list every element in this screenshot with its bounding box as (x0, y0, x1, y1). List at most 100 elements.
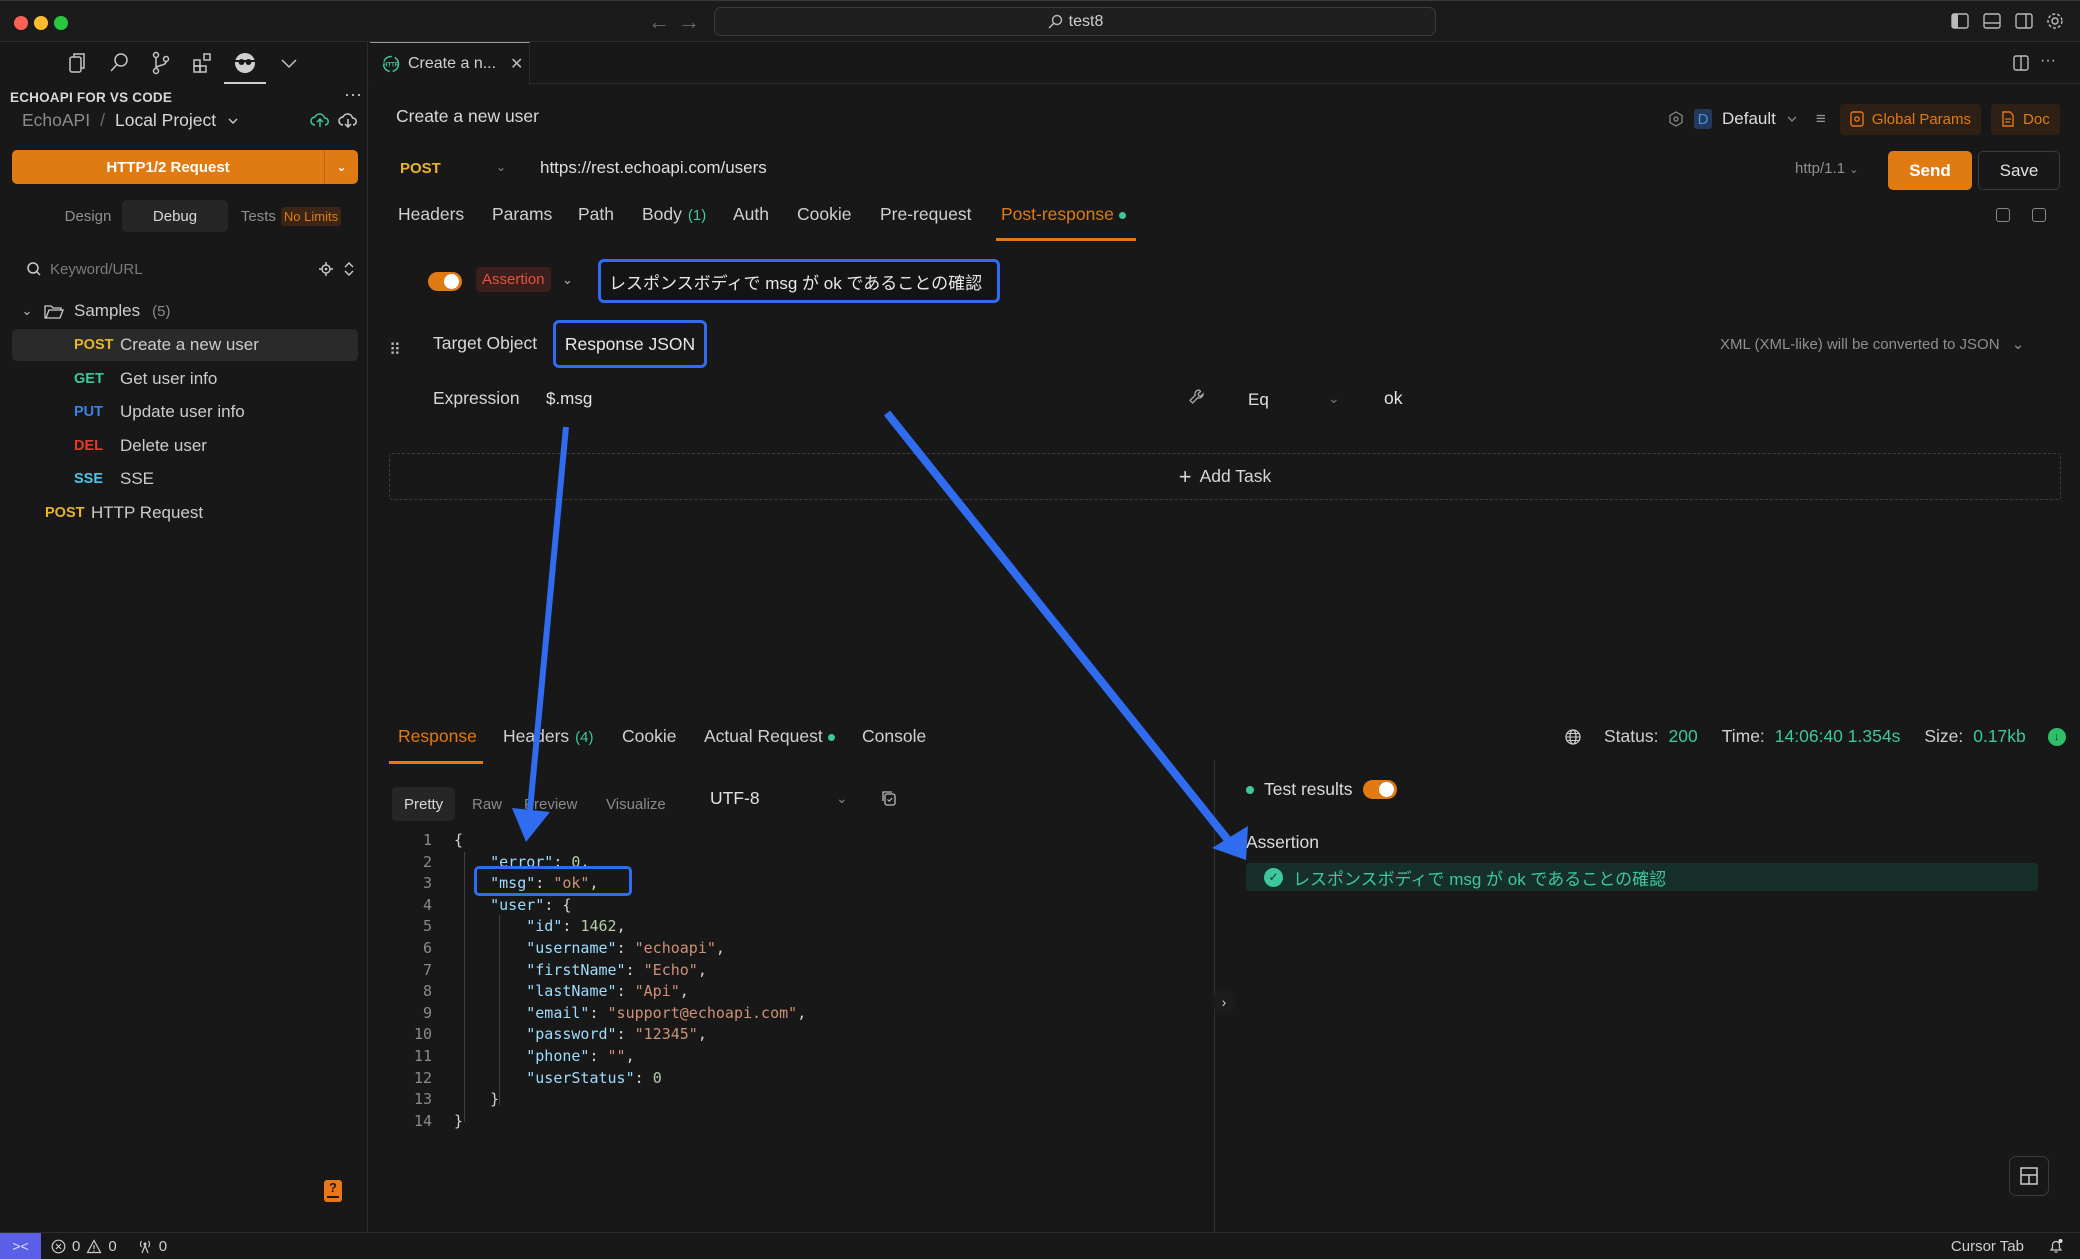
view-tab-preview[interactable]: Preview (512, 787, 589, 821)
tree-item[interactable]: GET Get user info (12, 363, 358, 395)
response-tab-cookie[interactable]: Cookie (622, 726, 676, 747)
response-tab-console[interactable]: Console (862, 726, 926, 747)
mode-tab-debug[interactable]: Debug (122, 200, 228, 232)
locate-icon[interactable] (318, 261, 334, 277)
tree-item[interactable]: DEL Delete user (12, 430, 358, 462)
assertion-name-input[interactable]: レスポンスボディで msg が ok であることの確認 (598, 259, 1000, 303)
expected-value-input[interactable]: ok (1384, 388, 1402, 409)
menu-lines-icon[interactable]: ≡ (1816, 109, 1826, 129)
response-tab-actual-request[interactable]: Actual Request (704, 726, 835, 747)
tree-item-http-request[interactable]: POST HTTP Request (12, 497, 358, 529)
expression-input[interactable]: $.msg (546, 389, 592, 409)
view-tab-visualize[interactable]: Visualize (594, 787, 678, 821)
request-tab-post-response[interactable]: Post-response (1001, 204, 1126, 225)
save-button[interactable]: Save (1978, 151, 2060, 190)
help-doc-icon[interactable]: ? (324, 1180, 342, 1202)
toggle-primary-sidebar-icon[interactable] (1950, 11, 1970, 31)
new-http-request-label[interactable]: HTTP1/2 Request (12, 150, 324, 184)
sidebar-search[interactable]: Keyword/URL (26, 258, 356, 280)
assertion-result-row[interactable]: ✓ レスポンスボディで msg が ok であることの確認 (1246, 863, 2038, 891)
chevron-down-icon[interactable] (276, 50, 302, 76)
cursor-tab-status[interactable]: Cursor Tab (1951, 1238, 2024, 1255)
response-tab-headers[interactable]: Headers (4) (503, 726, 594, 747)
tree-item[interactable]: PUT Update user info (12, 396, 358, 428)
request-tab-pre-request[interactable]: Pre-request (880, 204, 971, 225)
more-actions-icon[interactable]: ··· (2040, 52, 2056, 70)
request-tab-auth[interactable]: Auth (733, 204, 769, 225)
source-control-icon[interactable] (148, 50, 174, 76)
wrench-icon[interactable] (1188, 388, 1206, 406)
environment-settings-icon[interactable] (1668, 111, 1684, 127)
response-tab-response[interactable]: Response (398, 726, 477, 747)
search-icon[interactable] (106, 50, 132, 76)
global-params-button[interactable]: Global Params (1839, 103, 1982, 135)
problems-indicator[interactable]: 0 0 (51, 1238, 117, 1255)
echoapi-icon[interactable] (232, 50, 258, 76)
view-tab-pretty[interactable]: Pretty (392, 787, 456, 821)
chevron-down-icon[interactable]: ⌄ (836, 790, 848, 807)
toggle-panel-icon[interactable] (1982, 11, 2002, 31)
request-tab-cookie[interactable]: Cookie (797, 204, 851, 225)
split-editor-icon[interactable] (2012, 54, 2030, 72)
cloud-upload-icon[interactable] (310, 110, 330, 130)
mode-tab-tests[interactable]: Tests No Limits (236, 200, 346, 232)
add-task-button[interactable]: + Add Task (389, 453, 2061, 500)
maximize-window-button[interactable] (54, 16, 68, 30)
request-tab-path[interactable]: Path (578, 204, 614, 225)
request-tab-headers[interactable]: Headers (398, 204, 464, 225)
tree-item[interactable]: SSE SSE (12, 463, 358, 495)
settings-gear-icon[interactable] (2045, 11, 2065, 31)
explorer-icon[interactable] (64, 50, 90, 76)
extensions-icon[interactable] (190, 50, 216, 76)
assertion-type-select[interactable]: Assertion (476, 267, 551, 292)
forward-arrow-icon[interactable]: → (678, 9, 700, 35)
test-results-toggle[interactable] (1362, 780, 1397, 799)
chevron-right-icon[interactable]: › (1212, 990, 1236, 1014)
more-actions-icon[interactable]: ··· (344, 84, 362, 105)
chevron-down-icon[interactable]: ⌄ (562, 272, 573, 288)
layout-toggle-button[interactable] (2009, 1156, 2049, 1196)
url-input[interactable]: https://rest.echoapi.com/users (540, 158, 767, 178)
request-title[interactable]: Create a new user (396, 106, 539, 127)
drag-handle-icon[interactable]: ⠿ (389, 340, 401, 360)
http-version-select[interactable]: http/1.1 ⌄ (1795, 160, 1858, 177)
operator-select[interactable]: Eq (1248, 390, 1269, 410)
environment-select[interactable]: Default (1722, 109, 1776, 129)
close-tab-icon[interactable]: ✕ (510, 54, 523, 74)
assertion-enabled-toggle[interactable] (428, 272, 462, 291)
minimize-window-button[interactable] (34, 16, 48, 30)
remote-indicator-icon[interactable]: >< (0, 1232, 41, 1259)
xml-conversion-note[interactable]: XML (XML-like) will be converted to JSON… (1720, 335, 2024, 353)
folder-samples[interactable]: ⌄ Samples (5) (12, 295, 358, 327)
chevron-down-icon[interactable]: ⌄ (1328, 390, 1340, 407)
breadcrumb-root[interactable]: EchoAPI (22, 110, 90, 131)
globe-icon[interactable] (1564, 728, 1582, 746)
chevron-down-icon[interactable] (226, 114, 240, 128)
back-arrow-icon[interactable]: ← (648, 9, 670, 35)
doc-button[interactable]: Doc (1991, 103, 2060, 135)
request-tab-body[interactable]: Body (1) (642, 204, 706, 225)
chevron-down-icon[interactable]: ⌄ (496, 160, 506, 174)
chevron-down-icon[interactable] (1786, 113, 1798, 125)
copy-icon[interactable] (880, 789, 898, 807)
request-tab-params[interactable]: Params (492, 204, 552, 225)
chevron-down-icon[interactable]: ⌄ (12, 303, 42, 319)
editor-tab-create-user[interactable]: HTTP Create a n... ✕ (370, 42, 530, 85)
cloud-download-icon[interactable] (338, 110, 358, 130)
notifications-bell-icon[interactable] (2048, 1238, 2064, 1254)
method-select[interactable]: POST (400, 160, 441, 177)
sidebar-search-input[interactable]: Keyword/URL (50, 261, 310, 278)
tree-item[interactable]: POST Create a new user (12, 329, 358, 361)
breadcrumb-project[interactable]: Local Project (115, 110, 216, 131)
encoding-select[interactable]: UTF-8 (710, 788, 760, 809)
toggle-secondary-sidebar-icon[interactable] (2014, 11, 2034, 31)
target-object-select[interactable]: Response JSON (553, 320, 707, 368)
new-request-dropdown-chevron-icon[interactable]: ⌄ (324, 150, 358, 184)
new-http-request-button[interactable]: HTTP1/2 Request ⌄ (12, 150, 358, 184)
view-tab-raw[interactable]: Raw (460, 787, 514, 821)
ports-indicator[interactable]: 0 (137, 1238, 167, 1255)
download-icon[interactable]: ↓ (2047, 727, 2066, 746)
code-snippet-icon[interactable] (1996, 208, 2010, 222)
settings-icon[interactable] (2032, 208, 2046, 222)
send-button[interactable]: Send (1888, 151, 1972, 190)
